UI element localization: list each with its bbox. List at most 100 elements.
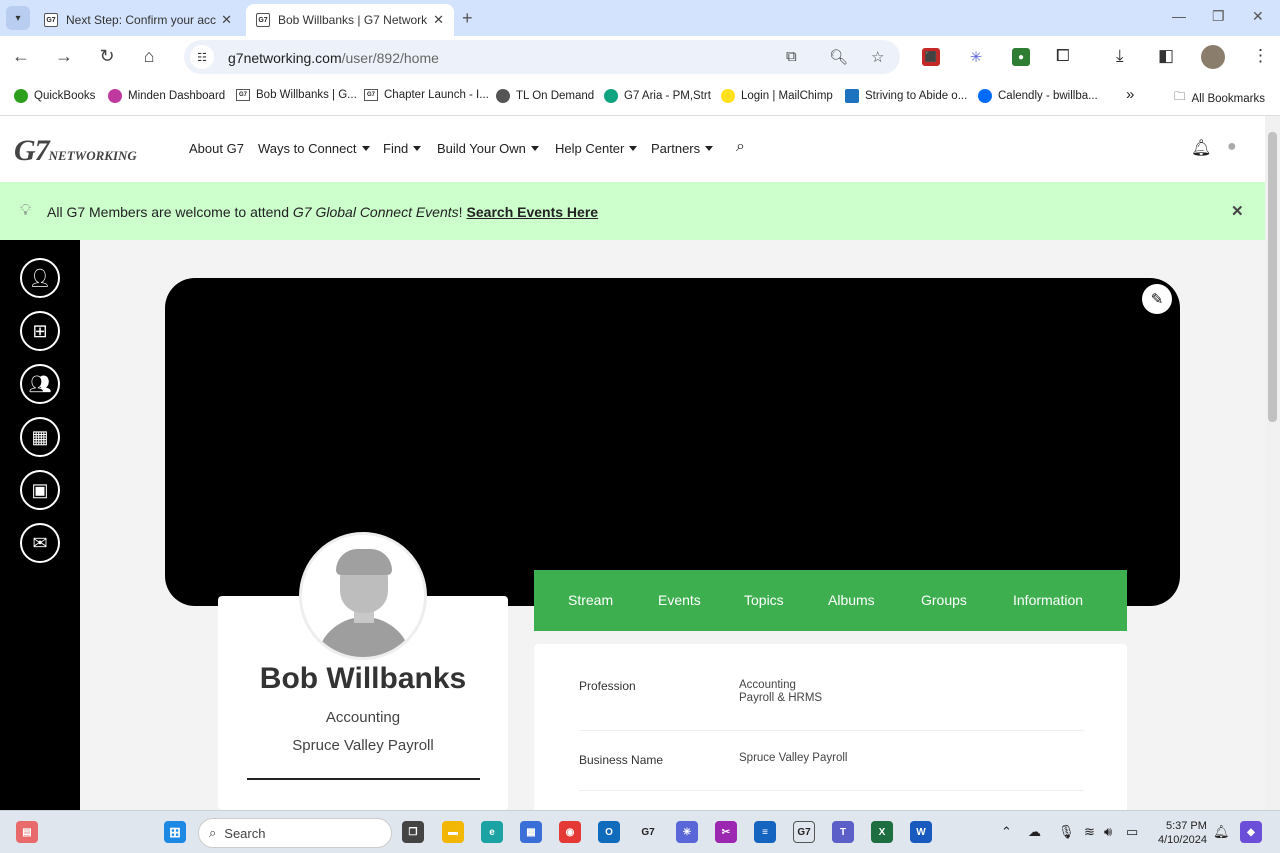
bookmark-mailchimp[interactable]: Login | MailChimp bbox=[721, 89, 833, 103]
bookmark-striving-to-abide[interactable]: Striving to Abide o... bbox=[845, 89, 967, 103]
bookmark-minden-dashboard[interactable]: Minden Dashboard bbox=[108, 89, 225, 103]
bookmark-g7-aria[interactable]: G7 Aria - PM,Strt bbox=[604, 89, 711, 103]
ai-app-icon[interactable]: ✳ bbox=[676, 821, 698, 843]
profile-avatar[interactable] bbox=[299, 532, 427, 660]
task-view-icon[interactable]: ❐ bbox=[402, 821, 424, 843]
info-value-business-name: Spruce Valley Payroll bbox=[739, 752, 847, 765]
search-events-link[interactable]: Search Events Here bbox=[467, 204, 599, 220]
microphone-icon[interactable]: 🎙︎ bbox=[1058, 824, 1075, 840]
widgets-icon[interactable]: ▤ bbox=[16, 821, 38, 843]
bookmark-chapter-launch[interactable]: G7 Chapter Launch - I... bbox=[364, 89, 489, 101]
tab-search-button[interactable]: ▾ bbox=[6, 6, 30, 30]
scrollbar-thumb[interactable] bbox=[1268, 132, 1277, 422]
notepad-icon[interactable]: ≡ bbox=[754, 821, 776, 843]
tab-albums[interactable]: Albums bbox=[828, 592, 875, 608]
side-panel-icon[interactable]: ◧ bbox=[1158, 46, 1174, 66]
sidebar-calendar-button[interactable]: ▦ bbox=[20, 417, 60, 457]
tab-close-icon[interactable]: ✕ bbox=[221, 12, 232, 28]
bookmark-star-icon[interactable]: ☆ bbox=[871, 48, 884, 66]
sidebar-profile-button[interactable]: 👤︎ bbox=[20, 258, 60, 298]
wifi-icon[interactable]: ≋ bbox=[1084, 824, 1095, 840]
tray-chevron-up-icon[interactable]: ⌃ bbox=[1001, 824, 1012, 840]
download-icon[interactable]: ⤓ bbox=[1116, 46, 1124, 66]
nav-build-your-own[interactable]: Build Your Own bbox=[437, 141, 539, 156]
address-bar[interactable]: ☷ g7networking.com/user/892/home ⧉ 🔍︎ ☆ bbox=[184, 40, 900, 74]
minimize-icon[interactable]: — bbox=[1172, 8, 1186, 24]
tab-events[interactable]: Events bbox=[658, 592, 701, 608]
copilot-icon[interactable]: ◆ bbox=[1240, 821, 1262, 843]
bookmark-tl-on-demand[interactable]: TL On Demand bbox=[496, 89, 594, 103]
onedrive-icon[interactable]: ☁ bbox=[1028, 824, 1041, 840]
word-icon[interactable]: W bbox=[910, 821, 932, 843]
volume-icon[interactable]: 🔊︎ bbox=[1104, 824, 1112, 840]
bookmarks-bar: QuickBooks Minden Dashboard G7 Bob Willba… bbox=[0, 78, 1280, 116]
g7-logo[interactable]: G7NETWORKING bbox=[14, 134, 137, 168]
caret-down-icon bbox=[530, 146, 539, 151]
url-text[interactable]: g7networking.com/user/892/home bbox=[228, 50, 439, 66]
pdf-extension-icon[interactable]: ⬛ bbox=[922, 48, 940, 66]
store-icon[interactable]: ▦ bbox=[520, 821, 542, 843]
excel-icon[interactable]: X bbox=[871, 821, 893, 843]
home-icon[interactable]: ⌂ bbox=[138, 46, 160, 67]
all-bookmarks[interactable]: 🗀 All Bookmarks bbox=[1174, 89, 1265, 108]
windows-start-icon[interactable]: ⊞ bbox=[164, 821, 186, 843]
sidebar-contacts-button[interactable]: ▣ bbox=[20, 470, 60, 510]
banner-prefix: All G7 Members are welcome to attend bbox=[47, 204, 293, 220]
bookmark-calendly[interactable]: Calendly - bwillba... bbox=[978, 89, 1098, 103]
site-settings-icon[interactable]: ☷ bbox=[190, 45, 214, 69]
ai-extension-icon[interactable]: ✳ bbox=[967, 48, 985, 66]
g7-app-icon[interactable]: G7 bbox=[637, 821, 659, 843]
browser-menu-icon[interactable]: ⋮ bbox=[1252, 46, 1269, 66]
system-clock[interactable]: 5:37 PM 4/10/2024 bbox=[1158, 819, 1207, 847]
back-arrow-icon[interactable]: ← bbox=[10, 46, 32, 67]
restore-icon[interactable]: ❐ bbox=[1212, 8, 1225, 25]
open-in-app-icon[interactable]: ⧉ bbox=[786, 48, 797, 65]
tab-information[interactable]: Information bbox=[1013, 592, 1083, 608]
zoom-icon[interactable]: 🔍︎ bbox=[829, 48, 848, 66]
tab-groups[interactable]: Groups bbox=[921, 592, 967, 608]
sidebar-groups-button[interactable]: 👥︎ bbox=[20, 364, 60, 404]
forward-arrow-icon[interactable]: → bbox=[53, 46, 75, 67]
info-value-line: Spruce Valley Payroll bbox=[739, 752, 848, 764]
snipping-tool-icon[interactable]: ✂ bbox=[715, 821, 737, 843]
new-tab-plus-icon[interactable]: + bbox=[462, 8, 473, 29]
mailchimp-icon bbox=[721, 89, 735, 103]
bookmark-quickbooks[interactable]: QuickBooks bbox=[14, 89, 95, 103]
battery-icon[interactable]: ▭ bbox=[1126, 824, 1138, 840]
tab-topics[interactable]: Topics bbox=[744, 592, 784, 608]
site-search-icon[interactable]: ⌕ bbox=[736, 138, 745, 156]
g7-window-icon[interactable]: G7 bbox=[793, 821, 815, 843]
extensions-puzzle-icon[interactable]: ⧠ bbox=[1056, 46, 1070, 66]
page-scrollbar[interactable] bbox=[1265, 116, 1280, 810]
bookmark-label: Chapter Launch - I... bbox=[384, 89, 489, 101]
sidebar-messages-button[interactable]: ✉ bbox=[20, 523, 60, 563]
tab-stream[interactable]: Stream bbox=[568, 592, 613, 608]
window-close-icon[interactable]: ✕ bbox=[1252, 8, 1264, 25]
notifications-bell-icon[interactable]: 🔔︎ bbox=[1213, 824, 1230, 840]
nav-find[interactable]: Find bbox=[383, 141, 422, 156]
outlook-icon[interactable]: O bbox=[598, 821, 620, 843]
bookmark-bob-willbanks[interactable]: G7 Bob Willbanks | G... bbox=[236, 89, 357, 101]
tab-close-icon[interactable]: ✕ bbox=[433, 12, 444, 28]
bookmark-label: All Bookmarks bbox=[1191, 92, 1266, 105]
nav-about-g7[interactable]: About G7 bbox=[189, 141, 244, 156]
teams-icon[interactable]: T bbox=[832, 821, 854, 843]
file-explorer-icon[interactable]: ▬ bbox=[442, 821, 464, 843]
more-bookmarks-chevron-icon[interactable]: » bbox=[1126, 86, 1134, 103]
notification-bell-icon[interactable]: 🔔︎ bbox=[1191, 138, 1211, 158]
browser-profile-avatar[interactable] bbox=[1201, 45, 1225, 69]
user-avatar-icon[interactable]: ● bbox=[1227, 138, 1237, 156]
reload-icon[interactable]: ↻ bbox=[96, 46, 118, 67]
tab-bob-willbanks[interactable]: G7 Bob Willbanks | G7 Network ✕ bbox=[246, 4, 454, 36]
tab-confirm-account[interactable]: G7 Next Step: Confirm your acc ✕ bbox=[34, 4, 242, 36]
record-extension-icon[interactable]: ● bbox=[1012, 48, 1030, 66]
sidebar-network-button[interactable]: ⊞ bbox=[20, 311, 60, 351]
nav-help-center[interactable]: Help Center bbox=[555, 141, 638, 156]
nav-partners[interactable]: Partners bbox=[651, 141, 714, 156]
edit-cover-button[interactable]: ✎ bbox=[1142, 284, 1172, 314]
edge-icon[interactable]: e bbox=[481, 821, 503, 843]
nav-ways-to-connect[interactable]: Ways to Connect bbox=[258, 141, 370, 156]
banner-close-icon[interactable]: ✕ bbox=[1231, 202, 1244, 220]
taskbar-search[interactable]: ⌕ Search bbox=[198, 818, 392, 848]
chrome-icon[interactable]: ◉ bbox=[559, 821, 581, 843]
